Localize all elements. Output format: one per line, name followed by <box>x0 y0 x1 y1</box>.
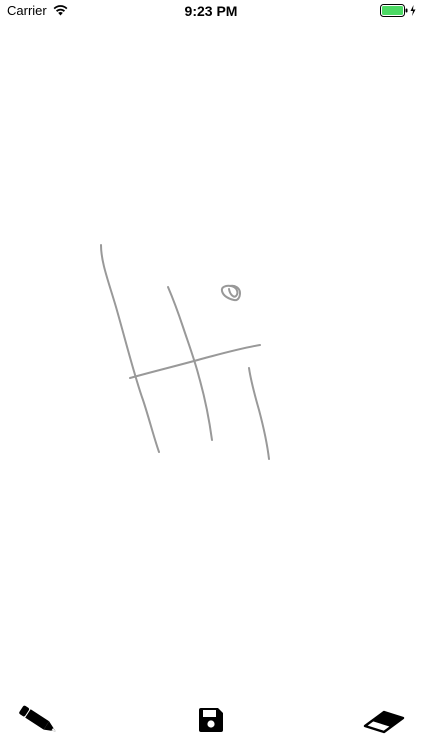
drawing-surface[interactable] <box>0 22 422 690</box>
stroke-right-vertical <box>248 367 270 460</box>
floppy-disk-icon <box>199 708 223 732</box>
eraser-icon <box>363 710 405 734</box>
bottom-toolbar <box>0 690 422 750</box>
pencil-button[interactable] <box>8 690 68 750</box>
eraser-button[interactable] <box>354 690 414 750</box>
status-bar: Carrier 9:23 PM <box>0 0 422 22</box>
stroke-small-loop <box>220 284 241 302</box>
stroke-horizontal <box>129 344 261 379</box>
save-button[interactable] <box>181 690 241 750</box>
pencil-icon <box>19 705 56 732</box>
status-time: 9:23 PM <box>184 3 238 19</box>
stroke-middle-vertical <box>167 286 213 441</box>
charging-icon <box>410 5 416 16</box>
drawing-canvas[interactable] <box>0 22 422 690</box>
stroke-long-vertical <box>100 244 160 453</box>
battery-icon <box>380 4 416 17</box>
